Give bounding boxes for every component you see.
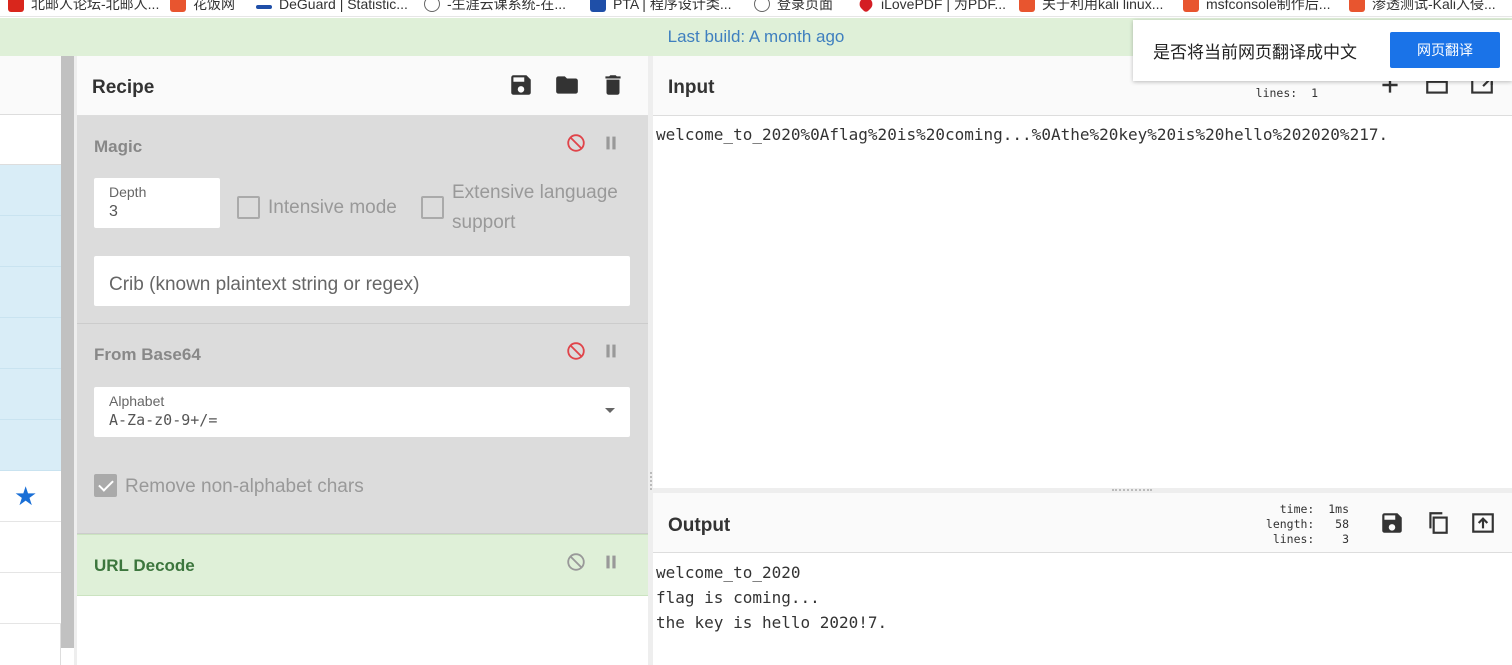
operation-url-decode: URL Decode xyxy=(77,534,648,596)
resize-handle[interactable] xyxy=(650,472,652,490)
remove-non-alphabet-checkbox[interactable] xyxy=(94,474,117,497)
save-icon[interactable] xyxy=(508,72,534,98)
scrollbar[interactable] xyxy=(61,56,74,648)
output-textarea[interactable]: welcome_to_2020 flag is coming... the ke… xyxy=(653,555,1512,665)
replace-input-icon[interactable] xyxy=(1470,510,1496,536)
pta-icon xyxy=(590,0,606,12)
pause-icon[interactable] xyxy=(600,551,622,573)
bookmark-item[interactable]: 关于利用kali linux... xyxy=(1019,0,1163,14)
operation-from-base64: From Base64 Alphabet A-Za-z0-9+/= Remove… xyxy=(77,324,648,534)
translate-popup: 是否将当前网页翻译成中文 网页翻译 xyxy=(1133,20,1512,81)
disable-icon[interactable] xyxy=(565,340,587,362)
bookmark-item[interactable]: -生涯云课系统-在... xyxy=(424,0,566,14)
list-item[interactable] xyxy=(0,522,61,573)
list-item[interactable] xyxy=(0,318,61,369)
alphabet-select[interactable]: Alphabet A-Za-z0-9+/= xyxy=(94,387,630,437)
csdn-icon xyxy=(1019,0,1035,12)
depth-field[interactable]: Depth 3 xyxy=(94,178,220,228)
bbs-icon xyxy=(8,0,24,12)
site-icon xyxy=(170,0,186,12)
intensive-mode-label: Intensive mode xyxy=(268,197,397,218)
disable-icon[interactable] xyxy=(565,132,587,154)
extensive-language-label: support xyxy=(452,212,516,233)
output-title: Output xyxy=(668,515,731,536)
list-item[interactable] xyxy=(0,573,61,624)
intensive-mode-checkbox[interactable] xyxy=(237,196,260,219)
translate-question: 是否将当前网页翻译成中文 xyxy=(1153,43,1357,62)
input-textarea[interactable]: welcome_to_2020%0Aflag%20is%20coming...%… xyxy=(653,117,1512,488)
depth-value: 3 xyxy=(109,203,118,220)
folder-icon[interactable] xyxy=(554,72,580,98)
pause-icon[interactable] xyxy=(600,340,622,362)
bookmark-item[interactable]: 渗透测试-Kali入侵... xyxy=(1349,0,1496,14)
bookmarks-bar: 北邮人论坛-北邮人... 花饭网 DeGuard | Statistic... … xyxy=(0,0,1512,17)
favourites-row[interactable]: ★ xyxy=(0,471,61,522)
translate-button[interactable]: 网页翻译 xyxy=(1390,32,1500,68)
output-header: Output time: 1ms length: 58 lines: 3 xyxy=(653,493,1512,553)
list-item[interactable] xyxy=(0,420,61,471)
operations-panel: ★ xyxy=(0,56,61,665)
extensive-language-checkbox[interactable] xyxy=(421,196,444,219)
bookmark-item[interactable]: DeGuard | Statistic... xyxy=(256,0,408,14)
crib-input[interactable]: Crib (known plaintext string or regex) xyxy=(94,256,630,306)
list-item[interactable] xyxy=(0,216,61,267)
copy-icon[interactable] xyxy=(1425,510,1451,536)
operations-header xyxy=(0,56,61,115)
resize-handle[interactable] xyxy=(1112,489,1152,491)
deguard-icon xyxy=(256,5,272,9)
save-icon[interactable] xyxy=(1379,510,1405,536)
bookmark-item[interactable]: 北邮人论坛-北邮人... xyxy=(8,0,159,14)
bookmark-item[interactable]: msfconsole制作后... xyxy=(1183,0,1330,14)
csdn-icon xyxy=(1183,0,1199,12)
bookmark-item[interactable]: iLovePDF | 为PDF... xyxy=(856,0,1006,14)
globe-icon xyxy=(424,0,440,12)
bookmark-item[interactable]: 登录页面 xyxy=(754,0,833,14)
operations-search[interactable] xyxy=(0,115,61,165)
recipe-header: Recipe xyxy=(77,56,648,116)
operation-title: Magic xyxy=(94,137,143,156)
list-item[interactable] xyxy=(0,267,61,318)
last-build-link[interactable]: Last build: A month ago xyxy=(668,27,845,47)
csdn-icon xyxy=(1349,0,1365,12)
star-icon[interactable]: ★ xyxy=(14,483,37,509)
bookmark-item[interactable]: PTA | 程序设计类... xyxy=(590,0,732,14)
globe-icon xyxy=(754,0,770,12)
trash-icon[interactable] xyxy=(600,72,626,98)
operation-title: URL Decode xyxy=(94,556,195,575)
bookmark-item[interactable]: 花饭网 xyxy=(170,0,235,14)
pause-icon[interactable] xyxy=(600,132,622,154)
disable-icon[interactable] xyxy=(565,551,587,573)
input-title: Input xyxy=(668,77,715,98)
remove-non-alphabet-label: Remove non-alphabet chars xyxy=(125,476,364,497)
recipe-title: Recipe xyxy=(92,77,155,98)
heart-icon xyxy=(856,0,876,14)
alphabet-value: A-Za-z0-9+/= xyxy=(109,411,218,429)
chevron-down-icon[interactable] xyxy=(604,407,616,415)
output-stats: time: 1ms length: 58 lines: 3 xyxy=(1265,502,1349,546)
recipe-panel: Recipe Magic Depth 3 Intensive mode Exte… xyxy=(77,56,648,665)
extensive-language-label: Extensive language xyxy=(452,182,618,203)
operation-title: From Base64 xyxy=(94,345,201,364)
list-item[interactable] xyxy=(0,369,61,420)
operation-magic: Magic Depth 3 Intensive mode Extensive l… xyxy=(77,116,648,324)
input-stats: lines: 1 xyxy=(1255,86,1318,100)
list-item[interactable] xyxy=(0,165,61,216)
